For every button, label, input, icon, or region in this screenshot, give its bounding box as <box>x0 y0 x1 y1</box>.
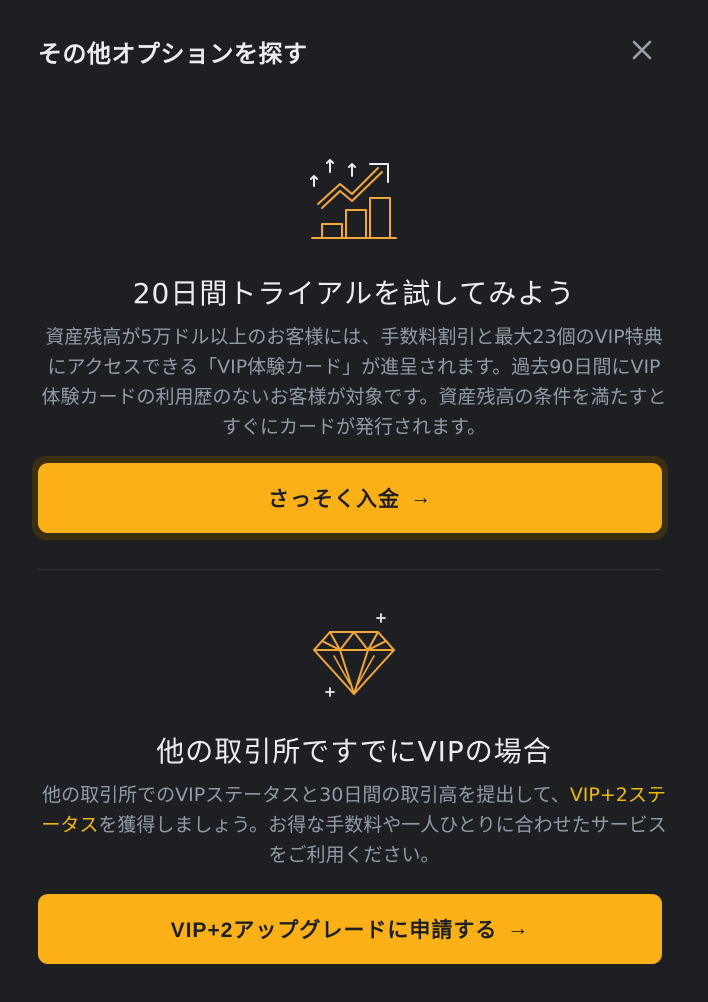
vip-upgrade-button[interactable]: VIP+2アップグレードに申請する → <box>38 894 662 964</box>
trial-heading: 20日間トライアルを試してみよう <box>132 277 576 310</box>
vip-upgrade-button-label: VIP+2アップグレードに申請する <box>170 919 498 942</box>
trial-description: 資産残高が5万ドル以上のお客様には、手数料割引と最大23個のVIP特典にアクセス… <box>41 326 667 438</box>
close-icon <box>632 40 652 60</box>
trial-section: 20日間トライアルを試してみよう 資産残高が5万ドル以上のお客様には、手数料割引… <box>0 150 708 442</box>
options-modal: その他オプションを探す 20日間トライアルを試してみよう 資産残高が5万ドル以上… <box>0 0 708 1002</box>
vip-description-post: を獲得しましょう。お得な手数料や一人ひとりに合わせたサービスをご利用ください。 <box>98 814 667 866</box>
deposit-button[interactable]: さっそく入金 → <box>38 463 662 533</box>
vip-heading: 他の取引所ですでにVIPの場合 <box>156 735 552 768</box>
section-divider <box>38 569 662 570</box>
modal-header: その他オプションを探す <box>38 32 670 72</box>
vip-description: 他の取引所でのVIPステータスと30日間の取引高を提出して、VIP+2ステータス… <box>39 780 669 870</box>
vip-description-pre: 他の取引所でのVIPステータスと30日間の取引高を提出して、 <box>42 784 570 806</box>
diamond-icon <box>313 613 395 697</box>
arrow-right-icon: → <box>410 486 432 509</box>
vip-section: 他の取引所ですでにVIPの場合 他の取引所でのVIPステータスと30日間の取引高… <box>0 608 708 870</box>
close-button[interactable] <box>628 36 656 64</box>
growth-chart-icon <box>310 159 397 239</box>
modal-title: その他オプションを探す <box>38 40 308 68</box>
deposit-button-label: さっそく入金 <box>268 488 400 511</box>
arrow-right-icon: → <box>507 917 530 940</box>
